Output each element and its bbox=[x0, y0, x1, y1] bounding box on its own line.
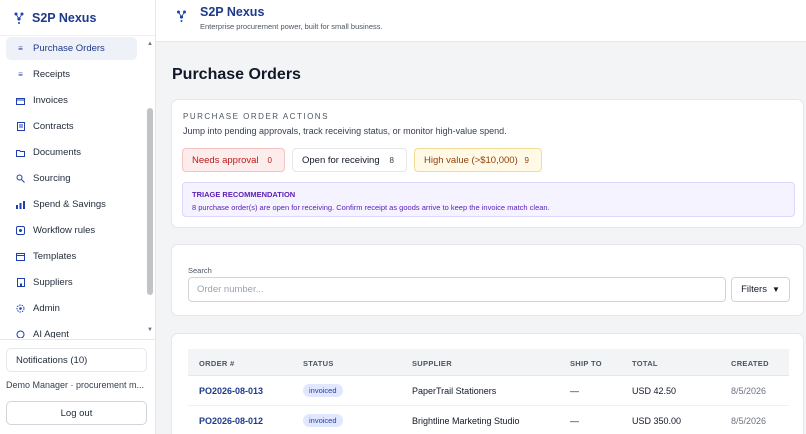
sidebar-item-documents[interactable]: Documents bbox=[6, 141, 137, 164]
column-header-total[interactable]: TOTAL bbox=[632, 359, 658, 368]
total-cell: USD 42.50 bbox=[632, 386, 677, 396]
pill-label: Needs approval bbox=[192, 154, 259, 166]
sidebar-item-spend-savings[interactable]: Spend & Savings bbox=[6, 193, 137, 216]
sidebar-item-label: Sourcing bbox=[33, 173, 71, 184]
search-label: Search bbox=[188, 266, 212, 275]
filters-button[interactable]: Filters ▼ bbox=[731, 277, 790, 302]
sidebar-item-label: AI Agent bbox=[33, 329, 69, 338]
triage-title: TRIAGE RECOMMENDATION bbox=[192, 190, 296, 199]
sidebar-item-label: Spend & Savings bbox=[33, 199, 106, 210]
created-cell: 8/5/2026 bbox=[731, 416, 767, 426]
ship-to-cell: — bbox=[570, 416, 579, 426]
supplier-cell: Brightline Marketing Studio bbox=[412, 416, 520, 426]
ship-to-cell: — bbox=[570, 386, 579, 396]
sidebar-item-suppliers[interactable]: Suppliers bbox=[6, 271, 137, 294]
pill-count: 0 bbox=[267, 155, 272, 165]
purchase-orders-table-card: ORDER # STATUS SUPPLIER SHIP TO TOTAL CR… bbox=[171, 333, 804, 434]
gear-icon bbox=[16, 304, 25, 313]
high-value-filter-button[interactable]: High value (>$10,000) 9 bbox=[414, 148, 542, 172]
sidebar-item-label: Contracts bbox=[33, 121, 74, 132]
purchase-orders-table: ORDER # STATUS SUPPLIER SHIP TO TOTAL CR… bbox=[188, 349, 789, 434]
sidebar-item-label: Invoices bbox=[33, 95, 68, 106]
column-header-supplier[interactable]: SUPPLIER bbox=[412, 359, 452, 368]
sourcing-icon bbox=[16, 174, 25, 183]
sidebar-item-ai-agent[interactable]: AI Agent bbox=[6, 323, 137, 338]
total-cell: USD 350.00 bbox=[632, 416, 682, 426]
status-badge: invoiced bbox=[303, 384, 343, 397]
table-row[interactable]: PO2026-08-013 invoiced PaperTrail Statio… bbox=[188, 376, 789, 406]
supplier-cell: PaperTrail Stationers bbox=[412, 386, 497, 396]
table-row[interactable]: PO2026-08-012 invoiced Brightline Market… bbox=[188, 406, 789, 434]
header-tagline: Enterprise procurement power, built for … bbox=[200, 22, 383, 31]
pill-count: 9 bbox=[524, 155, 529, 165]
pill-label: High value (>$10,000) bbox=[424, 154, 518, 166]
sidebar-item-admin[interactable]: Admin bbox=[6, 297, 137, 320]
notifications-button[interactable]: Notifications (10) bbox=[6, 348, 147, 372]
sidebar-item-invoices[interactable]: Invoices bbox=[6, 89, 137, 112]
column-header-order[interactable]: ORDER # bbox=[199, 359, 234, 368]
sidebar-nav: ≡ Purchase Orders ≡ Receipts Invoices Co… bbox=[0, 36, 155, 338]
ai-agent-icon bbox=[16, 330, 25, 338]
sidebar-item-label: Purchase Orders bbox=[33, 43, 105, 54]
supplier-icon bbox=[16, 278, 25, 287]
user-info: Demo Manager · procurement m... bbox=[6, 380, 145, 390]
column-header-created[interactable]: CREATED bbox=[731, 359, 769, 368]
pill-label: Open for receiving bbox=[302, 154, 380, 166]
actions-description: Jump into pending approvals, track recei… bbox=[183, 126, 507, 136]
needs-approval-filter-button[interactable]: Needs approval 0 bbox=[182, 148, 285, 172]
sidebar-item-contracts[interactable]: Contracts bbox=[6, 115, 137, 138]
header: S2P Nexus Enterprise procurement power, … bbox=[156, 0, 806, 42]
scroll-up-arrow-icon[interactable]: ▲ bbox=[147, 41, 153, 47]
list-icon: ≡ bbox=[18, 44, 23, 53]
bar-chart-icon bbox=[16, 200, 25, 209]
column-header-status[interactable]: STATUS bbox=[303, 359, 334, 368]
sidebar-item-sourcing[interactable]: Sourcing bbox=[6, 167, 137, 190]
actions-heading: PURCHASE ORDER ACTIONS bbox=[183, 112, 329, 121]
sidebar-item-receipts[interactable]: ≡ Receipts bbox=[6, 63, 137, 86]
brand-name: S2P Nexus bbox=[32, 10, 97, 25]
page-title: Purchase Orders bbox=[172, 66, 301, 83]
sidebar-divider bbox=[0, 339, 155, 340]
filters-label: Filters bbox=[741, 284, 767, 295]
open-for-receiving-filter-button[interactable]: Open for receiving 8 bbox=[292, 148, 407, 172]
sidebar-item-label: Suppliers bbox=[33, 277, 73, 288]
logo-icon bbox=[14, 12, 24, 24]
logout-button[interactable]: Log out bbox=[6, 401, 147, 425]
triage-recommendation: TRIAGE RECOMMENDATION 8 purchase order(s… bbox=[182, 182, 795, 217]
logo-icon bbox=[177, 10, 186, 22]
receipt-icon: ≡ bbox=[18, 70, 23, 79]
invoice-icon bbox=[16, 96, 25, 105]
caret-down-icon: ▼ bbox=[771, 285, 780, 294]
workflow-icon bbox=[16, 226, 25, 235]
sidebar-item-label: Workflow rules bbox=[33, 225, 96, 236]
contract-icon bbox=[16, 122, 25, 131]
sidebar-item-purchase-orders[interactable]: ≡ Purchase Orders bbox=[6, 37, 137, 60]
order-number-link[interactable]: PO2026-08-012 bbox=[199, 416, 263, 426]
sidebar-item-templates[interactable]: Templates bbox=[6, 245, 137, 268]
sidebar: S2P Nexus ≡ Purchase Orders ≡ Receipts I… bbox=[0, 0, 156, 434]
sidebar-scrollbar[interactable] bbox=[147, 108, 153, 295]
table-header: ORDER # STATUS SUPPLIER SHIP TO TOTAL CR… bbox=[188, 349, 789, 376]
sidebar-item-label: Admin bbox=[33, 303, 60, 314]
sidebar-item-label: Receipts bbox=[33, 69, 70, 80]
scroll-down-arrow-icon[interactable]: ▼ bbox=[147, 327, 153, 333]
sidebar-item-label: Templates bbox=[33, 251, 77, 262]
sidebar-item-label: Documents bbox=[33, 147, 82, 158]
search-card: Search Filters ▼ bbox=[171, 244, 804, 316]
triage-text: 8 purchase order(s) are open for receivi… bbox=[192, 203, 550, 212]
sidebar-item-workflow-rules[interactable]: Workflow rules bbox=[6, 219, 137, 242]
created-cell: 8/5/2026 bbox=[731, 386, 767, 396]
template-icon bbox=[16, 252, 25, 261]
header-title: S2P Nexus bbox=[200, 5, 265, 19]
status-badge: invoiced bbox=[303, 414, 343, 427]
pill-count: 8 bbox=[389, 155, 394, 165]
search-input[interactable] bbox=[188, 277, 726, 302]
folder-icon bbox=[16, 148, 25, 157]
sidebar-brand[interactable]: S2P Nexus bbox=[0, 0, 155, 36]
order-number-link[interactable]: PO2026-08-013 bbox=[199, 386, 263, 396]
column-header-ship-to[interactable]: SHIP TO bbox=[570, 359, 602, 368]
purchase-order-actions-card: PURCHASE ORDER ACTIONS Jump into pending… bbox=[171, 99, 804, 228]
